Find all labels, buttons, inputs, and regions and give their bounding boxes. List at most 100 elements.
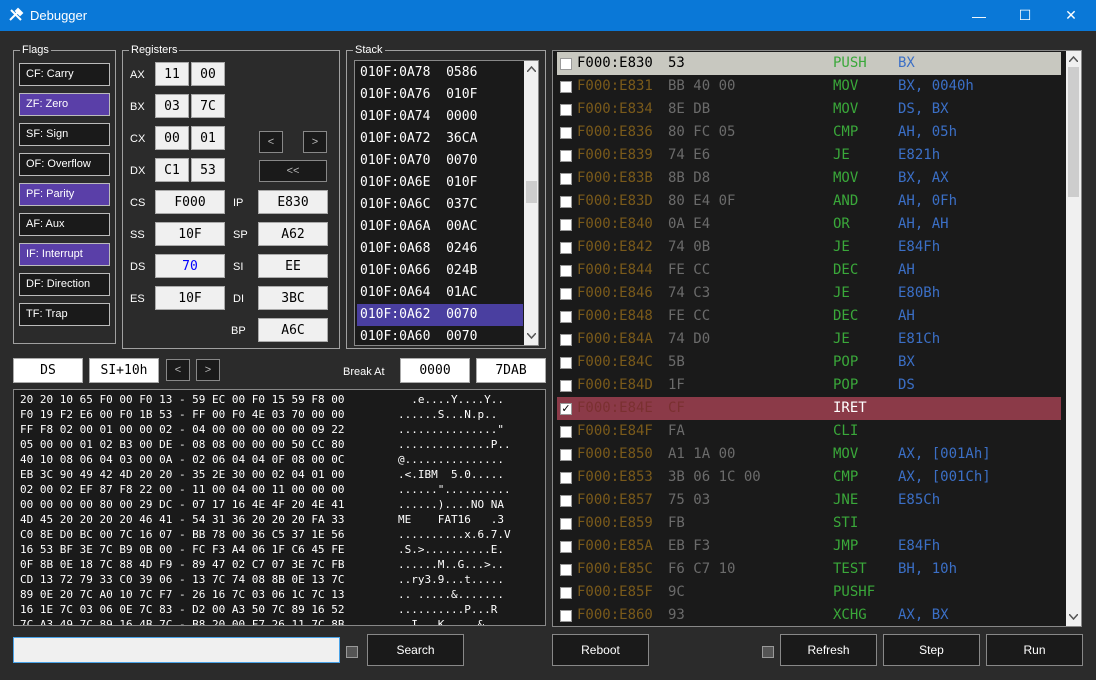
run-button[interactable]: Run [986,634,1083,666]
disasm-row[interactable]: F000:E834 8E DB MOV DS, BX [557,98,1061,121]
breakpoint-checkbox[interactable] [560,150,572,162]
ax-low-field[interactable]: 00 [191,62,225,86]
stack-row[interactable]: 010F:0A64 01AC [357,282,523,304]
reg-back-button[interactable]: << [259,160,327,182]
dx-high-field[interactable]: C1 [155,158,189,182]
stack-row[interactable]: 010F:0A6C 037C [357,194,523,216]
memory-offset-field[interactable]: SI+10h [89,358,159,383]
disasm-row[interactable]: F000:E831 BB 40 00 MOV BX, 0040h [557,75,1061,98]
stack-row[interactable]: 010F:0A72 36CA [357,128,523,150]
disasm-row[interactable]: F000:E839 74 E6 JE E821h [557,144,1061,167]
minimize-button[interactable]: — [956,0,1002,31]
es-field[interactable]: 10F [155,286,225,310]
disasm-row[interactable]: F000:E84C 5B POP BX [557,351,1061,374]
disasm-row[interactable]: F000:E848 FE CC DEC AH [557,305,1061,328]
disasm-scrollbar[interactable] [1066,51,1081,626]
breakpoint-checkbox[interactable] [560,127,572,139]
break-offset-field[interactable]: 7DAB [476,358,546,383]
breakpoint-checkbox[interactable] [560,58,572,70]
breakpoint-checkbox[interactable] [560,311,572,323]
ip-field[interactable]: E830 [258,190,328,214]
disasm-row[interactable]: F000:E850 A1 1A 00 MOV AX, [001Ah] [557,443,1061,466]
ds-field[interactable]: 70 [155,254,225,278]
disasm-row[interactable]: F000:E84D 1F POP DS [557,374,1061,397]
disasm-row[interactable]: F000:E85F 9C PUSHF [557,581,1061,604]
reg-prev-button[interactable]: < [259,131,283,153]
stack-row-selected[interactable]: 010F:0A62 0070 [357,304,523,326]
disasm-row[interactable]: F000:E84F FA CLI [557,420,1061,443]
flag-sign[interactable]: SF: Sign [19,123,110,146]
stack-row[interactable]: 010F:0A74 0000 [357,106,523,128]
disasm-row[interactable]: F000:E860 93 XCHG AX, BX [557,604,1061,626]
search-button[interactable]: Search [367,634,464,666]
breakpoint-checkbox[interactable] [560,242,572,254]
stack-row[interactable]: 010F:0A66 024B [357,260,523,282]
breakpoint-checkbox[interactable] [560,334,572,346]
scroll-up-icon[interactable] [1069,56,1078,62]
breakpoint-checkbox[interactable] [560,357,572,369]
search-input[interactable] [13,637,340,663]
flag-parity[interactable]: PF: Parity [19,183,110,206]
di-field[interactable]: 3BC [258,286,328,310]
refresh-button[interactable]: Refresh [780,634,877,666]
breakpoint-checkbox[interactable] [560,449,572,461]
bx-high-field[interactable]: 03 [155,94,189,118]
stack-scrollbar[interactable] [524,61,538,345]
breakpoint-checkbox[interactable] [560,541,572,553]
flag-aux[interactable]: AF: Aux [19,213,110,236]
cx-low-field[interactable]: 01 [191,126,225,150]
disasm-row[interactable]: F000:E844 FE CC DEC AH [557,259,1061,282]
ss-field[interactable]: 10F [155,222,225,246]
disasm-row[interactable]: F000:E846 74 C3 JE E80Bh [557,282,1061,305]
breakpoint-checkbox[interactable] [560,265,572,277]
breakpoint-checkbox[interactable] [560,380,572,392]
disasm-row[interactable]: F000:E857 75 03 JNE E85Ch [557,489,1061,512]
disasm-row-breakpoint[interactable]: ✓ F000:E84E CF IRET [557,397,1061,420]
reboot-button[interactable]: Reboot [552,634,649,666]
flag-interrupt[interactable]: IF: Interrupt [19,243,110,266]
breakpoint-checkbox[interactable] [560,104,572,116]
stack-row[interactable]: 010F:0A60 0070 [357,326,523,345]
disasm-row[interactable]: F000:E85A EB F3 JMP E84Fh [557,535,1061,558]
stack-row[interactable]: 010F:0A68 0246 [357,238,523,260]
disasm-row[interactable]: F000:E859 FB STI [557,512,1061,535]
cs-field[interactable]: F000 [155,190,225,214]
disasm-row[interactable]: F000:E836 80 FC 05 CMP AH, 05h [557,121,1061,144]
disasm-row[interactable]: F000:E853 3B 06 1C 00 CMP AX, [001Ch] [557,466,1061,489]
breakpoint-checkbox[interactable] [560,564,572,576]
breakpoint-checkbox[interactable] [560,196,572,208]
flag-carry[interactable]: CF: Carry [19,63,110,86]
disasm-scroll-thumb[interactable] [1068,67,1079,197]
bx-low-field[interactable]: 7C [191,94,225,118]
scroll-up-icon[interactable] [527,66,536,72]
breakpoint-checkbox[interactable] [560,587,572,599]
ax-high-field[interactable]: 11 [155,62,189,86]
maximize-button[interactable]: ☐ [1002,0,1048,31]
si-field[interactable]: EE [258,254,328,278]
memory-segment-field[interactable]: DS [13,358,83,383]
sp-field[interactable]: A62 [258,222,328,246]
memory-prev-button[interactable]: < [166,359,190,381]
stack-scroll-thumb[interactable] [526,181,537,203]
refresh-checkbox[interactable] [762,646,774,658]
close-button[interactable]: ✕ [1048,0,1094,31]
disasm-row-current[interactable]: F000:E830 53 PUSH BX [557,52,1061,75]
breakpoint-checkbox[interactable] [560,288,572,300]
breakpoint-checkbox[interactable] [560,610,572,622]
step-button[interactable]: Step [883,634,980,666]
memory-dump[interactable]: 20 20 10 65 F0 00 F0 13 - 59 EC 00 F0 15… [13,389,546,626]
disasm-row[interactable]: F000:E842 74 0B JE E84Fh [557,236,1061,259]
breakpoint-checkbox[interactable] [560,472,572,484]
flag-trap[interactable]: TF: Trap [19,303,110,326]
scroll-down-icon[interactable] [527,333,536,339]
breakpoint-checkbox[interactable] [560,219,572,231]
disassembly-list[interactable]: F000:E830 53 PUSH BX F000:E831 BB 40 00 MOV BX,… [552,50,1082,627]
breakpoint-checkbox[interactable] [560,518,572,530]
breakpoint-checkbox[interactable] [560,173,572,185]
stack-row[interactable]: 010F:0A76 010F [357,84,523,106]
dx-low-field[interactable]: 53 [191,158,225,182]
flag-overflow[interactable]: OF: Overflow [19,153,110,176]
breakpoint-checkbox[interactable]: ✓ [560,403,572,415]
memory-next-button[interactable]: > [196,359,220,381]
break-segment-field[interactable]: 0000 [400,358,470,383]
